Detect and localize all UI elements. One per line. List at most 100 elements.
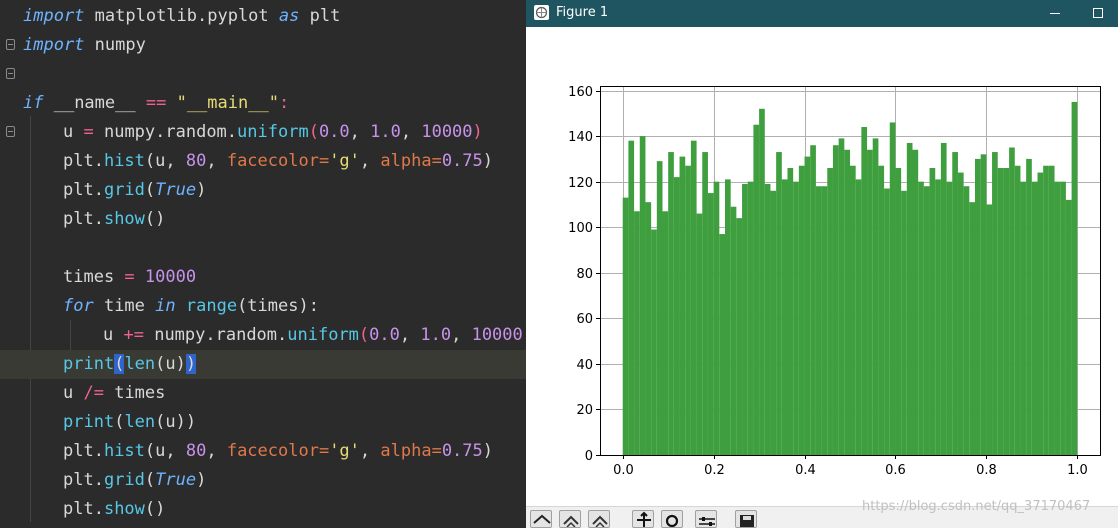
code-text: , [359, 151, 381, 171]
window-titlebar[interactable]: Figure 1 [526, 0, 1118, 27]
histogram-bar [963, 186, 970, 455]
code-text: plt. [63, 441, 104, 461]
code-text: , [206, 441, 227, 461]
histogram-bar [668, 152, 674, 456]
code-editor[interactable]: import matplotlib.pyplot as plt import n… [0, 0, 526, 527]
y-tick-label: 160 [568, 85, 593, 100]
code-line-11[interactable]: for time in range(times): [0, 292, 526, 321]
function-name: hist [103, 151, 145, 171]
code-line-2[interactable]: import numpy [0, 31, 526, 79]
code-text: ( [308, 122, 319, 142]
code-text: matplotlib.pyplot [84, 6, 279, 26]
number-literal: 0.0 [318, 122, 350, 142]
histogram-bar [878, 165, 885, 455]
code-line-8[interactable]: plt.show() [0, 205, 526, 234]
histogram-bar [804, 156, 811, 455]
code-text: () [144, 499, 166, 519]
keyword: True [155, 470, 197, 490]
code-text: , [451, 325, 472, 345]
x-tick-label: 0.6 [885, 463, 906, 478]
histogram-bar [1065, 199, 1072, 455]
forward-icon[interactable] [588, 510, 610, 528]
code-text: (u, [144, 151, 186, 171]
code-line-5[interactable]: u = numpy.random.uniform(0.0, 1.0, 10000… [0, 118, 526, 147]
histogram-bar [787, 168, 794, 455]
histogram-bar [645, 202, 652, 455]
y-tick-label: 80 [576, 267, 593, 282]
histogram-bar [952, 152, 958, 456]
histogram-bar [940, 142, 947, 455]
number-literal: 10000 [471, 325, 523, 345]
code-line-6[interactable]: plt.hist(u, 80, facecolor='g', alpha=0.7… [0, 147, 526, 176]
fold-icon[interactable] [6, 68, 15, 79]
keyword: import [23, 35, 85, 55]
histogram-bar [736, 218, 743, 455]
histogram-bar [957, 172, 964, 456]
code-text: ) [472, 122, 483, 142]
configure-subplots-icon[interactable] [695, 510, 717, 528]
matplotlib-app-icon [534, 5, 549, 20]
x-tick-label: 0.2 [704, 463, 725, 478]
code-line-4[interactable]: if __name__ == "__main__": [0, 89, 526, 137]
y-tick-label: 60 [576, 312, 593, 327]
code-line-12[interactable]: u += numpy.random.uniform(0.0, 1.0, 1000… [0, 321, 526, 350]
code-text: times [63, 267, 125, 287]
code-line-14[interactable]: u /= times [0, 379, 526, 408]
code-line-1[interactable]: import matplotlib.pyplot as plt [0, 2, 526, 50]
y-tick-label: 140 [568, 130, 593, 145]
code-line-18[interactable]: plt.show() [0, 495, 526, 524]
histogram-bar [969, 202, 975, 455]
y-tick-label: 20 [576, 403, 593, 418]
function-name: len [124, 354, 156, 374]
histogram-bar [685, 165, 691, 455]
histogram-plot[interactable]: 0.0 0.2 0.4 0.6 0.8 1.0 0 20 40 60 80 100 120 140 160 [526, 27, 1118, 506]
histogram-bar [827, 168, 833, 455]
keyword-argument: alpha= [380, 441, 442, 461]
histogram-bar [986, 204, 993, 455]
home-icon[interactable] [530, 510, 552, 528]
code-line-16[interactable]: plt.hist(u, 80, facecolor='g', alpha=0.7… [0, 437, 526, 466]
window-title: Figure 1 [556, 5, 609, 20]
save-icon[interactable] [735, 510, 757, 528]
histogram-bar [1031, 181, 1038, 455]
code-line-13-current[interactable]: print(len(u)) [0, 350, 526, 379]
histogram-bar [759, 108, 765, 456]
histogram-bar [707, 193, 714, 456]
number-literal: 10000 [144, 267, 197, 287]
function-name: print [63, 354, 115, 374]
histogram-bar [1037, 172, 1044, 456]
code-text: ) [196, 470, 207, 490]
histogram-bar [798, 165, 805, 455]
code-text: , [400, 122, 422, 142]
minimize-icon[interactable] [1046, 0, 1064, 27]
histogram-bar [713, 181, 720, 455]
histogram-bar [1054, 181, 1061, 455]
histogram-bar [1071, 101, 1078, 455]
code-line-7[interactable]: plt.grid(True) [0, 176, 526, 205]
histogram-bar [872, 138, 879, 455]
histogram-bar [923, 186, 930, 455]
matched-bracket: ) [185, 354, 197, 374]
figure-window[interactable]: Figure 1 0.0 0.2 0.4 0.6 0.8 1.0 0 20 40 60 80 100 1… [526, 0, 1118, 528]
code-line-10[interactable]: times = 10000 [0, 263, 526, 292]
histogram-bar [912, 149, 919, 455]
keyword: True [155, 180, 197, 200]
code-line-15[interactable]: print(len(u)) [0, 408, 526, 437]
code-line-17[interactable]: plt.grid(True) [0, 466, 526, 495]
code-text: time [93, 296, 156, 316]
zoom-icon[interactable] [661, 510, 683, 528]
number-literal: 0.75 [441, 441, 483, 461]
code-text: ) [482, 441, 494, 461]
function-name: uniform [237, 122, 309, 142]
number-literal: 0.75 [441, 151, 483, 171]
maximize-icon[interactable] [1089, 0, 1107, 27]
histogram-bar [673, 177, 680, 455]
histogram-bar [850, 165, 856, 455]
code-text: u [103, 325, 124, 345]
histogram-bar [821, 186, 828, 455]
histogram-bar [742, 183, 748, 455]
code-text: (u)) [155, 412, 197, 432]
back-icon[interactable] [559, 510, 581, 528]
pan-icon[interactable] [632, 510, 654, 528]
